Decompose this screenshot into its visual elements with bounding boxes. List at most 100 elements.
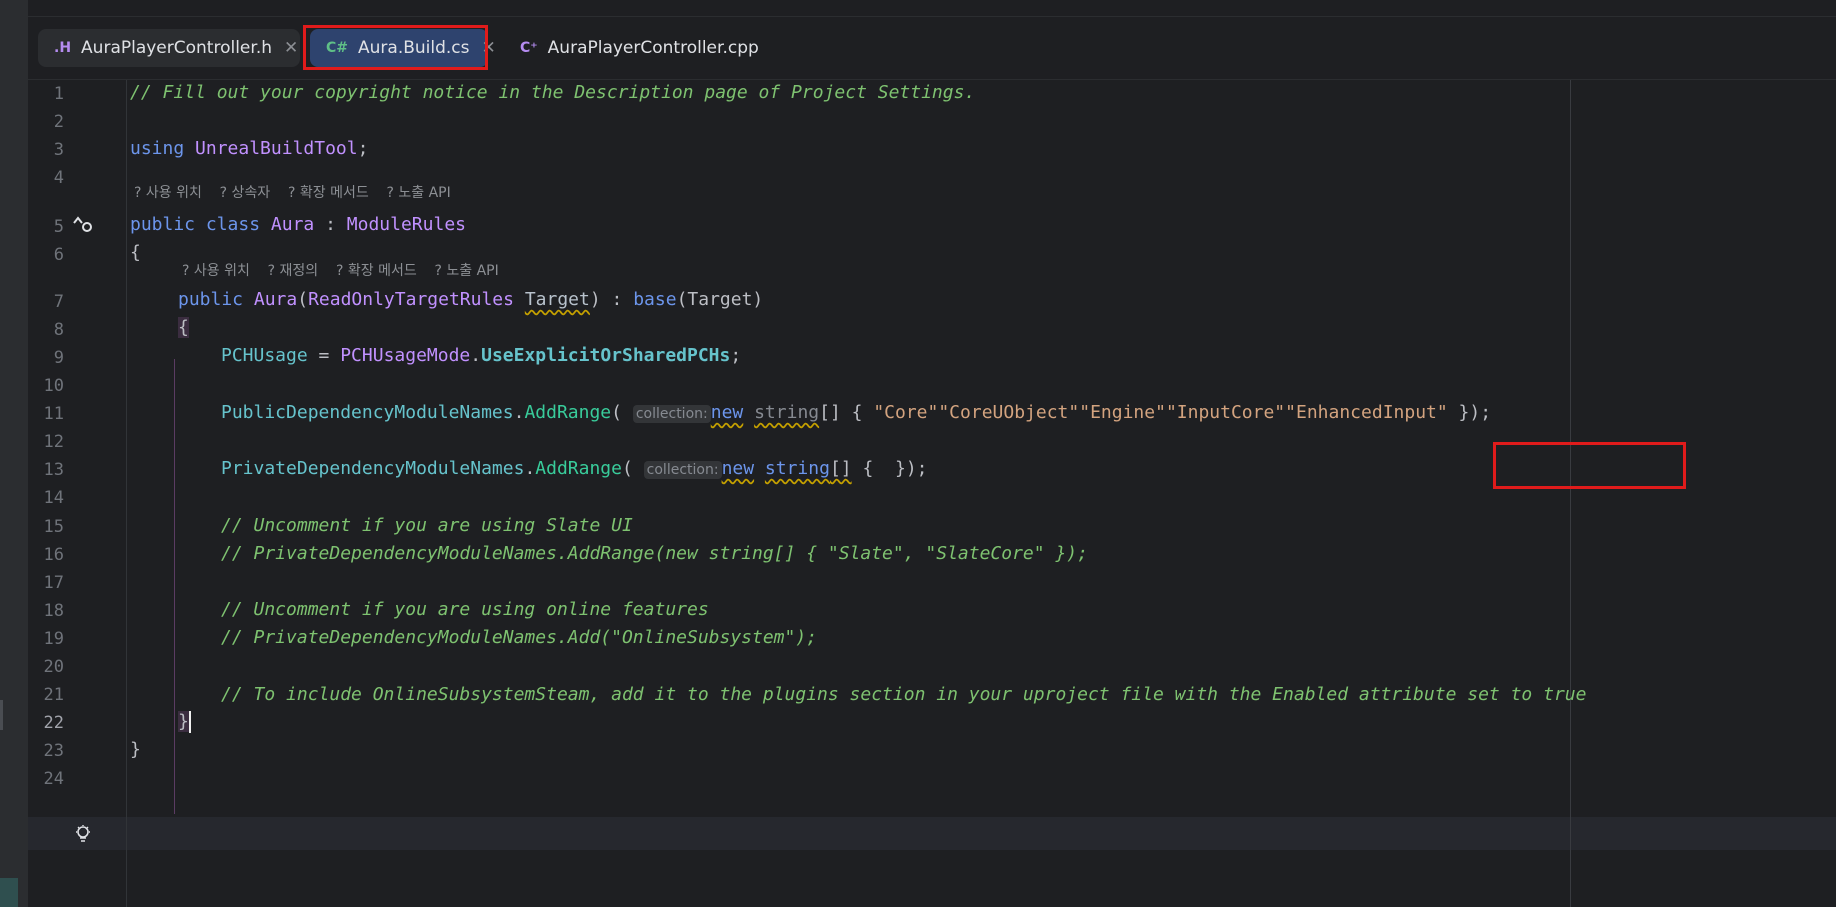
- code-line-8: {: [178, 317, 189, 338]
- line-number: 24: [43, 769, 64, 789]
- code-line-23: }: [130, 739, 141, 760]
- code-editor[interactable]: 1 2 3 4 5 6 7 8 9 10 11 12 13 14 15 16 1…: [28, 80, 1836, 907]
- tab-label: AuraPlayerController.cpp: [547, 38, 759, 58]
- keyword: class: [205, 214, 261, 235]
- line-number: 8: [53, 320, 64, 340]
- code-line-6: {: [130, 242, 141, 263]
- keyword: public: [178, 289, 244, 310]
- line-number: 2: [53, 112, 64, 132]
- line-number: 1: [53, 84, 64, 104]
- line-number: 15: [43, 517, 64, 537]
- ctor-code-vision-hints[interactable]: ? 사용 위치 ? 재정의 ? 확장 메서드 ? 노출 API: [182, 260, 499, 280]
- base-class-name: ModuleRules: [346, 214, 466, 235]
- close-icon[interactable]: ✕: [284, 38, 298, 58]
- line-number: 20: [43, 657, 64, 677]
- paren: (: [621, 458, 633, 479]
- line-number: 11: [43, 404, 64, 424]
- namespace-name: UnrealBuildTool: [195, 138, 358, 159]
- line-number: 6: [53, 245, 64, 265]
- paren: (: [611, 402, 622, 423]
- semicolon: ;: [730, 345, 742, 366]
- string-literal: "Core": [873, 402, 939, 423]
- implements-override-icon[interactable]: [72, 214, 94, 238]
- text-caret: [188, 711, 191, 733]
- param-name: Target: [524, 289, 590, 310]
- paren: (: [297, 289, 309, 310]
- string-literal: "InputCore": [1165, 402, 1286, 423]
- line-number: 3: [53, 140, 64, 160]
- left-strip-marker: [0, 700, 3, 730]
- dot: .: [470, 345, 482, 366]
- type-keyword: string: [764, 458, 830, 479]
- enhanced-input-highlight-box: [1493, 442, 1686, 489]
- dot: .: [513, 402, 525, 423]
- line-number: 16: [43, 545, 64, 565]
- code-line-19: // PrivateDependencyModuleNames.Add("Onl…: [221, 627, 818, 648]
- line-number: 23: [43, 741, 64, 761]
- keyword: public: [130, 214, 196, 235]
- tab-label: AuraPlayerController.h: [81, 38, 272, 58]
- active-tab-highlight-box: [303, 25, 488, 70]
- line-number: 7: [53, 292, 64, 312]
- semicolon: ;: [357, 138, 369, 159]
- closing: { });: [851, 458, 928, 479]
- parameter-inlay-hint: collection:: [632, 405, 711, 423]
- line-number: 14: [43, 488, 64, 508]
- method-name: AddRange: [524, 402, 612, 423]
- code-line-21: // To include OnlineSubsystemSteam, add …: [221, 684, 1587, 705]
- keyword: base: [633, 289, 677, 310]
- left-tool-strip: [0, 0, 29, 907]
- array-brackets: []: [829, 458, 852, 479]
- punctuation: ) :: [589, 289, 634, 310]
- closing: });: [1447, 402, 1492, 423]
- lightbulb-icon[interactable]: [74, 824, 92, 848]
- line-number: 21: [43, 685, 64, 705]
- code-line-7: public Aura(ReadOnlyTargetRules Target) …: [178, 289, 763, 310]
- editor-tab-bar: .H AuraPlayerController.h ✕ C# Aura.Buil…: [28, 17, 1836, 80]
- line-number: 5: [53, 217, 64, 237]
- code-line-18: // Uncomment if you are using online fea…: [221, 599, 709, 620]
- keyword: new: [710, 402, 744, 423]
- code-line-9: PCHUsage = PCHUsageMode.UseExplicitOrSha…: [221, 345, 741, 366]
- line-number: 13: [43, 460, 64, 480]
- keyword: using: [130, 138, 185, 159]
- string-literal: "Engine": [1079, 402, 1166, 423]
- title-bar: [28, 0, 1836, 17]
- tab-aura-player-controller-h[interactable]: .H AuraPlayerController.h ✕: [38, 29, 300, 67]
- enum-type: PCHUsageMode: [340, 345, 471, 366]
- property: PublicDependencyModuleNames: [221, 402, 514, 423]
- cpp-file-icon: C⁺: [520, 40, 538, 56]
- ctor-name: Aura: [253, 289, 298, 310]
- property: PrivateDependencyModuleNames: [221, 458, 525, 479]
- code-line-11: PublicDependencyModuleNames.AddRange( co…: [221, 402, 1491, 423]
- operator: =: [307, 345, 341, 366]
- class-code-vision-hints[interactable]: ? 사용 위치 ? 상속자 ? 확장 메서드 ? 노출 API: [134, 182, 451, 202]
- line-number: 12: [43, 432, 64, 452]
- keyword: new: [721, 458, 755, 479]
- string-literal-enhanced-input: "EnhancedInput": [1285, 402, 1448, 423]
- code-line-1: // Fill out your copyright notice in the…: [130, 82, 976, 103]
- array-init: [] {: [819, 402, 874, 423]
- enum-value: UseExplicitOrSharedPCHs: [481, 345, 731, 366]
- line-number: 19: [43, 629, 64, 649]
- type-keyword: string: [754, 402, 820, 423]
- dot: .: [524, 458, 536, 479]
- base-args: (Target): [676, 289, 764, 310]
- line-number: 10: [43, 376, 64, 396]
- right-margin-guide: [1570, 80, 1571, 907]
- line-number: 18: [43, 601, 64, 621]
- tab-aura-player-controller-cpp[interactable]: C⁺ AuraPlayerController.cpp: [504, 29, 764, 67]
- matched-brace: {: [178, 317, 189, 338]
- code-line-3: using UnrealBuildTool;: [130, 138, 368, 159]
- line-number: 22: [43, 713, 64, 733]
- line-number: 9: [53, 348, 64, 368]
- left-strip-accent: [0, 878, 18, 907]
- code-line-5: public class Aura : ModuleRules: [130, 214, 466, 235]
- line-number: 17: [43, 573, 64, 593]
- matched-brace: }: [178, 711, 189, 732]
- indent-guide: [174, 359, 175, 814]
- code-line-22: }: [178, 711, 191, 733]
- colon: :: [314, 214, 347, 235]
- property: PCHUsage: [221, 345, 308, 366]
- class-name: Aura: [270, 214, 315, 235]
